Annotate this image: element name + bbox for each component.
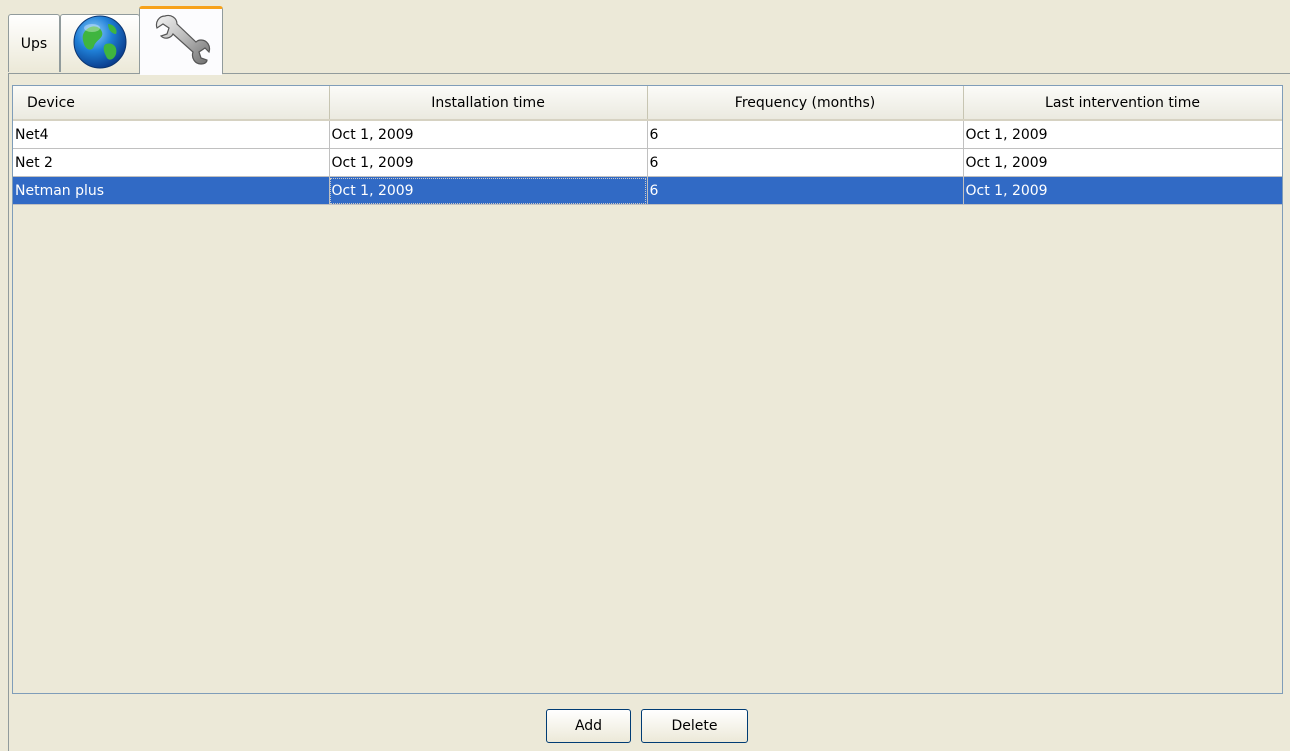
cell-last-intervention[interactable]: Oct 1, 2009 — [963, 176, 1282, 205]
column-header-device[interactable]: Device — [13, 86, 330, 121]
table-row[interactable]: Net 2 Oct 1, 2009 6 Oct 1, 2009 — [13, 148, 1282, 177]
tab-maintenance[interactable] — [139, 6, 223, 75]
wrench-icon — [151, 12, 211, 72]
cell-frequency[interactable]: 6 — [647, 176, 964, 205]
globe-icon — [72, 14, 128, 74]
column-header-last-intervention[interactable]: Last intervention time — [963, 86, 1282, 121]
cell-frequency[interactable]: 6 — [647, 148, 964, 177]
cell-device[interactable]: Net4 — [13, 120, 330, 149]
cell-last-intervention[interactable]: Oct 1, 2009 — [963, 148, 1282, 177]
button-bar: Add Delete — [0, 709, 1290, 745]
column-header-installation-time[interactable]: Installation time — [329, 86, 648, 121]
table-row[interactable]: Net4 Oct 1, 2009 6 Oct 1, 2009 — [13, 120, 1282, 149]
tab-ups[interactable]: Ups — [8, 14, 60, 72]
maintenance-table-area[interactable]: Device Installation time Frequency (mont… — [12, 85, 1283, 694]
tab-ups-label: Ups — [20, 35, 48, 52]
cell-frequency[interactable]: 6 — [647, 120, 964, 149]
add-button[interactable]: Add — [546, 709, 631, 743]
cell-installation-time[interactable]: Oct 1, 2009 — [329, 148, 648, 177]
active-tab-join — [140, 72, 222, 75]
table-header-row: Device Installation time Frequency (mont… — [13, 86, 1282, 121]
delete-button[interactable]: Delete — [641, 709, 748, 743]
cell-installation-time[interactable]: Oct 1, 2009 — [329, 176, 648, 205]
cell-last-intervention[interactable]: Oct 1, 2009 — [963, 120, 1282, 149]
cell-installation-time[interactable]: Oct 1, 2009 — [329, 120, 648, 149]
cell-device[interactable]: Netman plus — [13, 176, 330, 205]
cell-device[interactable]: Net 2 — [13, 148, 330, 177]
table-row-selected[interactable]: Netman plus Oct 1, 2009 6 Oct 1, 2009 — [13, 176, 1282, 205]
maintenance-table: Device Installation time Frequency (mont… — [13, 86, 1282, 205]
tab-network[interactable] — [60, 14, 140, 72]
column-header-frequency[interactable]: Frequency (months) — [647, 86, 964, 121]
